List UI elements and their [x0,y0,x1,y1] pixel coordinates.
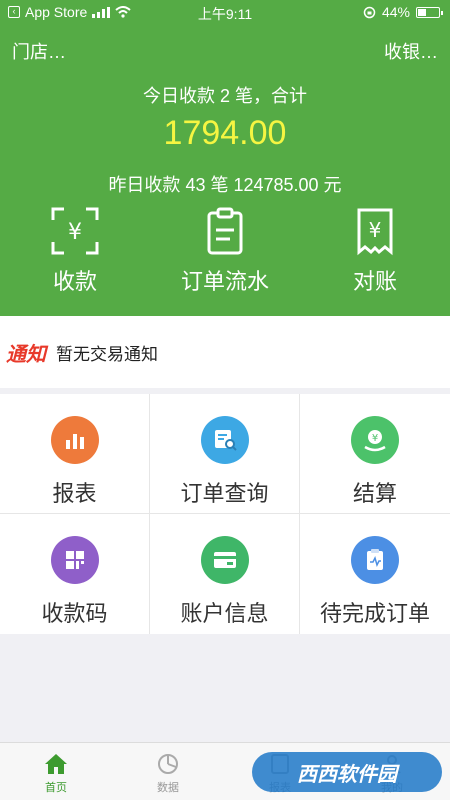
grid-item-report[interactable]: 报表 [0,394,150,514]
card-icon [200,536,249,584]
notice-bar[interactable]: 通知 暂无交易通知 [0,316,450,388]
clipboard-icon [207,207,243,255]
tab-label: 首页 [45,782,67,794]
grid-item-label: 结算 [352,481,397,506]
order-flow-button[interactable]: 订单流水 [150,206,300,296]
grid-item-qr-code[interactable]: 收款码 [0,514,150,634]
grid-item-order-search[interactable]: 订单查询 [150,394,300,514]
bar-chart-icon [50,416,99,464]
notice-badge: 通知 [6,343,46,366]
settlement-icon: ¥ [351,416,399,464]
grid-item-label: 报表 [52,481,97,506]
grid-item-label: 账户信息 [180,601,269,626]
qr-code-icon [50,536,99,584]
grid-item-label: 订单查询 [180,481,269,506]
pending-order-icon [351,536,399,584]
grid-item-label: 收款码 [41,601,108,626]
battery-icon [416,6,443,18]
collect-payment-label: 收款 [52,269,97,294]
rotation-lock-icon [363,6,376,18]
pie-chart-icon [158,754,178,774]
grid-item-label: 待完成订单 [319,601,430,626]
summary-header: 门店… 收银… 今日收款 2 笔，合计 1794.00 昨日收款 43 笔 12… [0,26,450,316]
tab-home[interactable]: 首页 [0,743,112,800]
tab-data[interactable]: 数据 [112,743,224,800]
svg-text:¥: ¥ [369,218,382,242]
battery-percent: 44% [381,4,410,20]
notice-text: 暂无交易通知 [56,344,158,364]
grid-item-account-info[interactable]: 账户信息 [150,514,300,634]
grid-item-pending-orders[interactable]: 待完成订单 [300,514,450,634]
receipt-icon: ¥ [357,208,393,256]
svg-text:¥: ¥ [68,220,82,245]
today-amount: 1794.00 [163,114,287,152]
tab-label: 数据 [157,782,179,794]
status-bar: ‹ App Store 上午9:11 44% [0,0,450,26]
order-flow-label: 订单流水 [180,269,269,294]
yesterday-summary: 昨日收款 43 笔 124785.00 元 [108,175,342,195]
yuan-scan-icon: ¥ [51,207,99,255]
grid-item-settlement[interactable]: ¥ 结算 [300,394,450,514]
svg-text:¥: ¥ [372,433,378,444]
reconcile-label: 对账 [352,269,397,294]
order-search-icon [200,416,249,464]
reconcile-button[interactable]: ¥ 对账 [300,206,450,296]
cashier-name[interactable]: 收银… [384,38,438,64]
today-summary: 今日收款 2 笔，合计 [142,86,307,106]
collect-payment-button[interactable]: ¥ 收款 [0,206,150,296]
store-name[interactable]: 门店… [12,38,66,64]
function-grid: 报表 订单查询 ¥ 结算 收款码 账户信息 待完成订单 [0,394,450,634]
watermark-logo: 西西软件园 [252,752,442,792]
home-icon [45,754,67,774]
